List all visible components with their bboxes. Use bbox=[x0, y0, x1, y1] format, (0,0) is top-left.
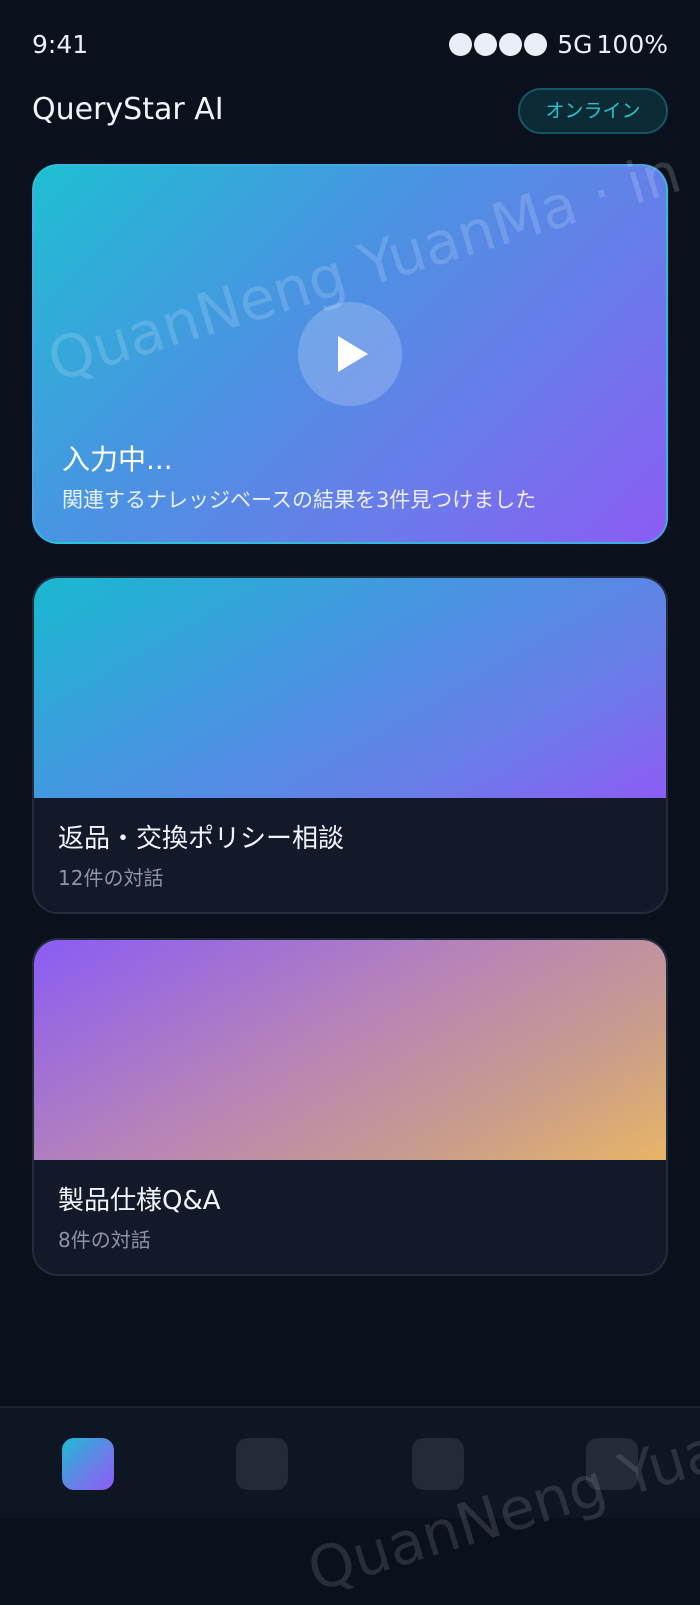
conversation-count: 8件の対話 bbox=[58, 1228, 151, 1252]
active-conversation-card[interactable]: 入力中... 関連するナレッジベースの結果を3件見つけました bbox=[32, 164, 668, 544]
app-title: QueryStar AI bbox=[32, 92, 224, 127]
conversation-card[interactable]: 返品・交換ポリシー相談 12件の対話 bbox=[32, 576, 668, 914]
bottom-nav bbox=[0, 1406, 700, 1518]
play-button[interactable] bbox=[298, 302, 402, 406]
conversation-card[interactable]: 製品仕様Q&A 8件の対話 bbox=[32, 938, 668, 1276]
nav-tab-4-icon[interactable] bbox=[586, 1438, 638, 1490]
conversation-title: 製品仕様Q&A bbox=[58, 1186, 221, 1216]
conversation-count: 12件の対話 bbox=[58, 866, 164, 890]
battery-level: 100% bbox=[596, 30, 668, 59]
conversation-thumbnail bbox=[34, 578, 666, 798]
network-type: 5G bbox=[557, 30, 593, 59]
status-bar: 9:41 5G 100% bbox=[0, 0, 700, 90]
app-header: QueryStar AI オンライン bbox=[32, 88, 668, 136]
hero-subtitle: 関連するナレッジベースの結果を3件見つけました bbox=[62, 488, 537, 512]
status-indicators: 5G 100% bbox=[449, 30, 668, 59]
status-time: 9:41 bbox=[32, 30, 89, 59]
nav-tab-3-icon[interactable] bbox=[412, 1438, 464, 1490]
play-icon bbox=[338, 336, 368, 372]
signal-icon bbox=[449, 33, 548, 56]
conversation-title: 返品・交換ポリシー相談 bbox=[58, 824, 345, 854]
conversation-thumbnail bbox=[34, 940, 666, 1160]
typing-status: 入力中... bbox=[62, 443, 173, 476]
nav-tab-2-icon[interactable] bbox=[236, 1438, 288, 1490]
status-badge: オンライン bbox=[518, 88, 668, 134]
nav-home-icon[interactable] bbox=[62, 1438, 114, 1490]
